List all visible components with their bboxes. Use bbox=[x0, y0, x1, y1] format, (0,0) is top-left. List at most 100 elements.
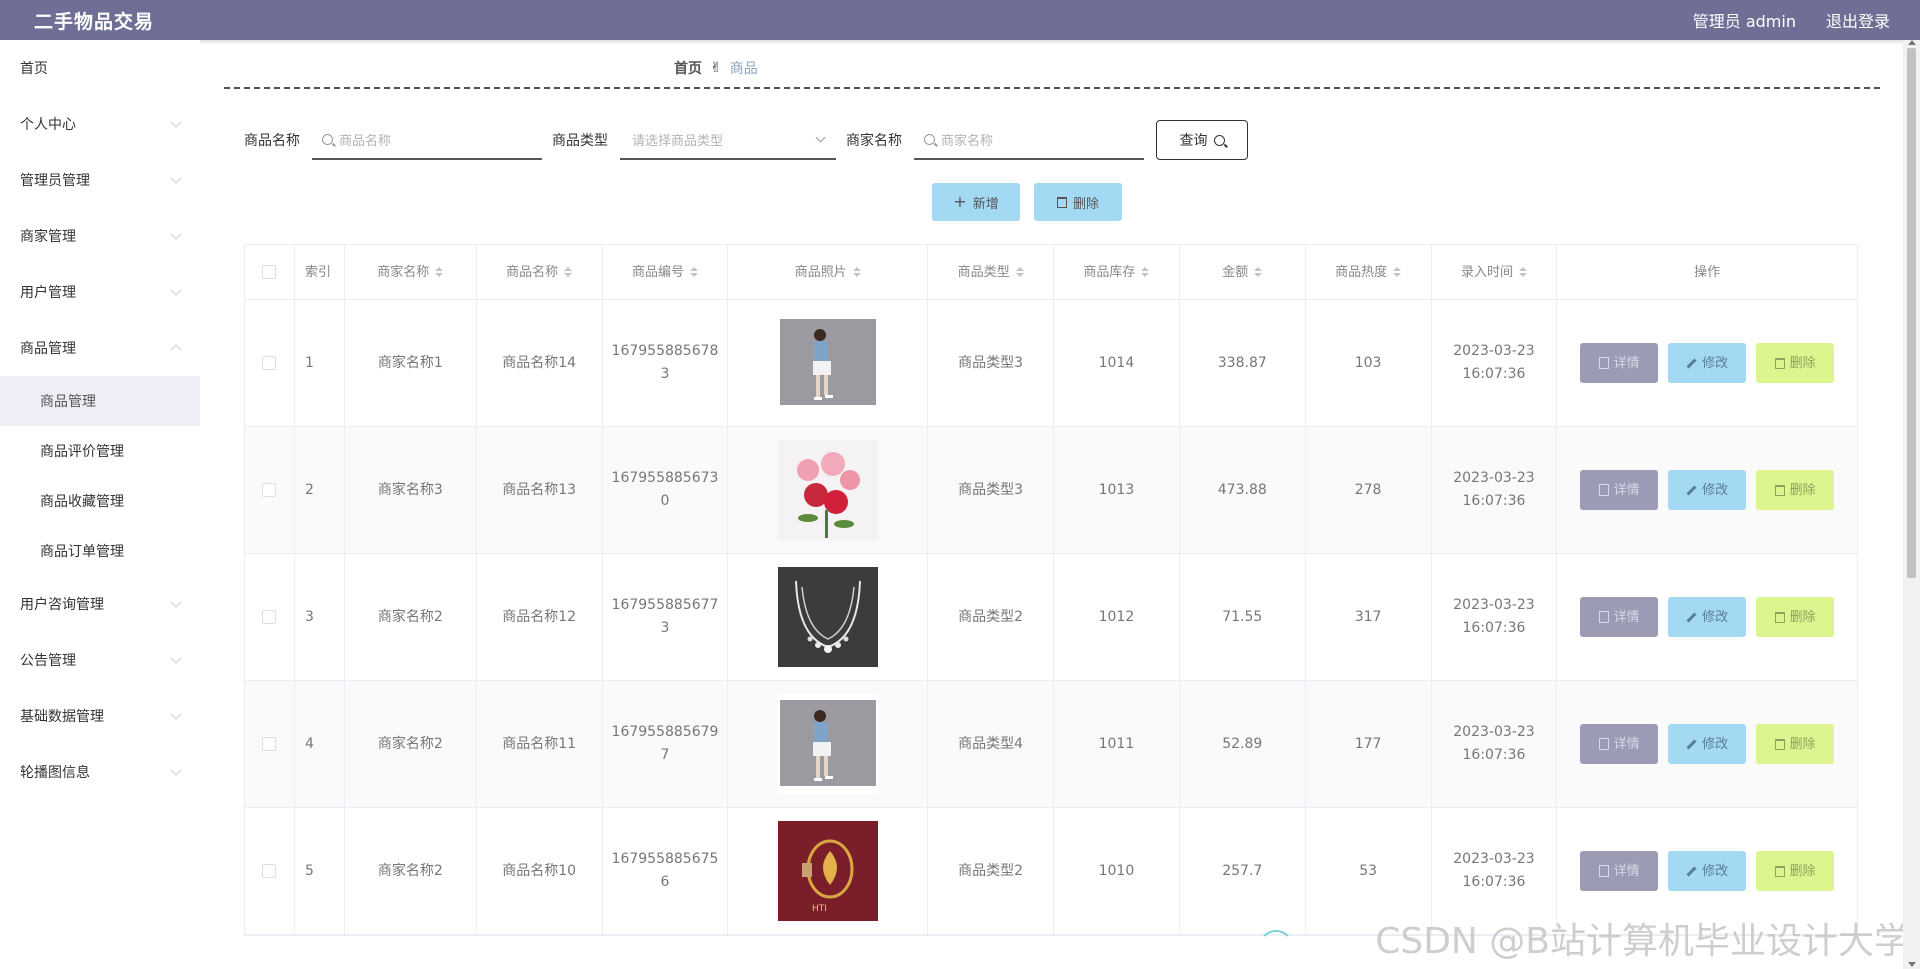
delete-button[interactable]: 删除 bbox=[1756, 724, 1835, 764]
price-value: 473.88 bbox=[1217, 481, 1267, 498]
detail-button[interactable]: 详情 bbox=[1580, 597, 1659, 637]
sort-icon[interactable] bbox=[1141, 267, 1150, 277]
search-icon bbox=[924, 133, 935, 145]
sort-icon[interactable] bbox=[564, 267, 573, 277]
edit-label: 修改 bbox=[1702, 736, 1729, 752]
sidebar-item-profile[interactable]: 个人中心 bbox=[0, 96, 200, 152]
header-photo[interactable]: 商品照片 bbox=[728, 245, 929, 299]
sidebar-item-merchant[interactable]: 商家管理 bbox=[0, 208, 200, 264]
cell-name: 商品名称10 bbox=[477, 808, 603, 934]
header-time[interactable]: 录入时间 bbox=[1432, 245, 1558, 299]
delete-button[interactable]: 删除 bbox=[1756, 597, 1835, 637]
cell-stock: 1013 bbox=[1054, 427, 1180, 553]
sidebar-item-notice[interactable]: 公告管理 bbox=[0, 632, 200, 688]
chevron-up-icon bbox=[170, 344, 182, 356]
row-checkbox[interactable] bbox=[262, 356, 277, 370]
detail-button[interactable]: 详情 bbox=[1580, 851, 1659, 891]
trash-icon bbox=[1056, 196, 1067, 208]
goods-type-select[interactable]: 请选择商品类型 bbox=[620, 120, 836, 160]
type-value: 商品类型2 bbox=[958, 862, 1024, 879]
detail-label: 详情 bbox=[1613, 482, 1640, 498]
index-value: 4 bbox=[304, 735, 314, 752]
detail-button[interactable]: 详情 bbox=[1580, 724, 1659, 764]
breadcrumb-home[interactable]: 首页 bbox=[674, 58, 702, 78]
edit-button[interactable]: 修改 bbox=[1668, 724, 1747, 764]
sort-icon[interactable] bbox=[435, 267, 444, 277]
header-heat[interactable]: 商品热度 bbox=[1306, 245, 1432, 299]
query-button[interactable]: 查询 bbox=[1156, 120, 1248, 160]
batch-delete-button[interactable]: 删除 bbox=[1034, 183, 1122, 221]
row-checkbox[interactable] bbox=[262, 737, 277, 751]
sidebar-subitem-reviews[interactable]: 商品评价管理 bbox=[0, 426, 200, 476]
edit-button[interactable]: 修改 bbox=[1668, 597, 1747, 637]
scroll-up-arrow[interactable] bbox=[1908, 40, 1916, 45]
chevron-down-icon bbox=[815, 132, 826, 142]
index-value: 2 bbox=[304, 481, 314, 498]
chevron-down-icon bbox=[170, 116, 182, 128]
goods-name-input[interactable]: 商品名称 bbox=[312, 120, 542, 160]
sidebar-item-home[interactable]: 首页 bbox=[0, 40, 200, 96]
cell-index: 2 bbox=[295, 427, 345, 553]
sort-icon[interactable] bbox=[689, 267, 698, 277]
sidebar-subitem-orders[interactable]: 商品订单管理 bbox=[0, 526, 200, 576]
sort-icon[interactable] bbox=[1393, 267, 1402, 277]
scroll-down-arrow[interactable] bbox=[1908, 962, 1916, 967]
row-checkbox[interactable] bbox=[262, 610, 277, 624]
delete-label: 删除 bbox=[1789, 482, 1816, 498]
detail-label: 详情 bbox=[1613, 355, 1640, 371]
header-name[interactable]: 商品名称 bbox=[477, 245, 603, 299]
goods-photo[interactable] bbox=[777, 567, 878, 667]
scrollbar-thumb[interactable] bbox=[1907, 48, 1916, 578]
heat-value: 177 bbox=[1354, 735, 1382, 752]
scrollbar[interactable] bbox=[1903, 40, 1920, 969]
cell-merchant: 商家名称2 bbox=[345, 554, 477, 680]
goods-photo[interactable] bbox=[777, 313, 878, 413]
sidebar-item-carousel[interactable]: 轮播图信息 bbox=[0, 744, 200, 800]
edit-button[interactable]: 修改 bbox=[1668, 343, 1747, 383]
cell-photo bbox=[728, 427, 929, 553]
sort-icon[interactable] bbox=[1518, 267, 1527, 277]
sidebar-item-goods[interactable]: 商品管理 bbox=[0, 320, 200, 376]
merchant-value: 商家名称2 bbox=[377, 608, 443, 625]
add-button[interactable]: + 新增 bbox=[932, 183, 1020, 221]
header-code[interactable]: 商品编号 bbox=[603, 245, 729, 299]
cell-merchant: 商家名称2 bbox=[345, 808, 477, 934]
sidebar-subitem-goods[interactable]: 商品管理 bbox=[0, 376, 200, 426]
header-stock[interactable]: 商品库存 bbox=[1054, 245, 1180, 299]
breadcrumb-current: 商品 bbox=[729, 61, 758, 77]
sort-icon[interactable] bbox=[1015, 267, 1024, 277]
row-checkbox[interactable] bbox=[262, 483, 277, 497]
header-type[interactable]: 商品类型 bbox=[928, 245, 1054, 299]
delete-button[interactable]: 删除 bbox=[1756, 343, 1835, 383]
type-value: 商品类型3 bbox=[958, 354, 1024, 371]
table-body: 1 商家名称1 商品名称14 1679558856783 商品类型3 1014 338.87… bbox=[245, 300, 1857, 935]
delete-button[interactable]: 删除 bbox=[1756, 851, 1835, 891]
goods-photo[interactable] bbox=[777, 440, 878, 540]
sidebar-item-users[interactable]: 用户管理 bbox=[0, 264, 200, 320]
row-checkbox[interactable] bbox=[262, 864, 277, 878]
header-price-label: 金额 bbox=[1222, 264, 1249, 280]
detail-button[interactable]: 详情 bbox=[1580, 343, 1659, 383]
time-value: 2023-03-23 16:07:36 bbox=[1453, 851, 1535, 890]
header-price[interactable]: 金额 bbox=[1180, 245, 1306, 299]
select-all-checkbox[interactable] bbox=[262, 265, 277, 279]
logout-link[interactable]: 退出登录 bbox=[1826, 8, 1890, 32]
delete-button[interactable]: 删除 bbox=[1756, 470, 1835, 510]
goods-photo[interactable] bbox=[777, 694, 878, 794]
sort-icon[interactable] bbox=[1254, 267, 1263, 277]
sidebar-subitem-favorites[interactable]: 商品收藏管理 bbox=[0, 476, 200, 526]
edit-button[interactable]: 修改 bbox=[1668, 851, 1747, 891]
goods-photo[interactable]: HTI bbox=[777, 821, 878, 921]
header-merchant[interactable]: 商家名称 bbox=[345, 245, 477, 299]
sidebar-item-admin[interactable]: 管理员管理 bbox=[0, 152, 200, 208]
current-user[interactable]: 管理员 admin bbox=[1693, 8, 1796, 32]
cell-merchant: 商家名称2 bbox=[345, 681, 477, 807]
sort-icon[interactable] bbox=[852, 267, 861, 277]
trash-icon bbox=[1774, 865, 1785, 877]
detail-button[interactable]: 详情 bbox=[1580, 470, 1659, 510]
edit-button[interactable]: 修改 bbox=[1668, 470, 1747, 510]
sidebar-item-basedata[interactable]: 基础数据管理 bbox=[0, 688, 200, 744]
price-value: 257.7 bbox=[1222, 862, 1263, 879]
merchant-name-input[interactable]: 商家名称 bbox=[914, 120, 1144, 160]
sidebar-item-consult[interactable]: 用户咨询管理 bbox=[0, 576, 200, 632]
